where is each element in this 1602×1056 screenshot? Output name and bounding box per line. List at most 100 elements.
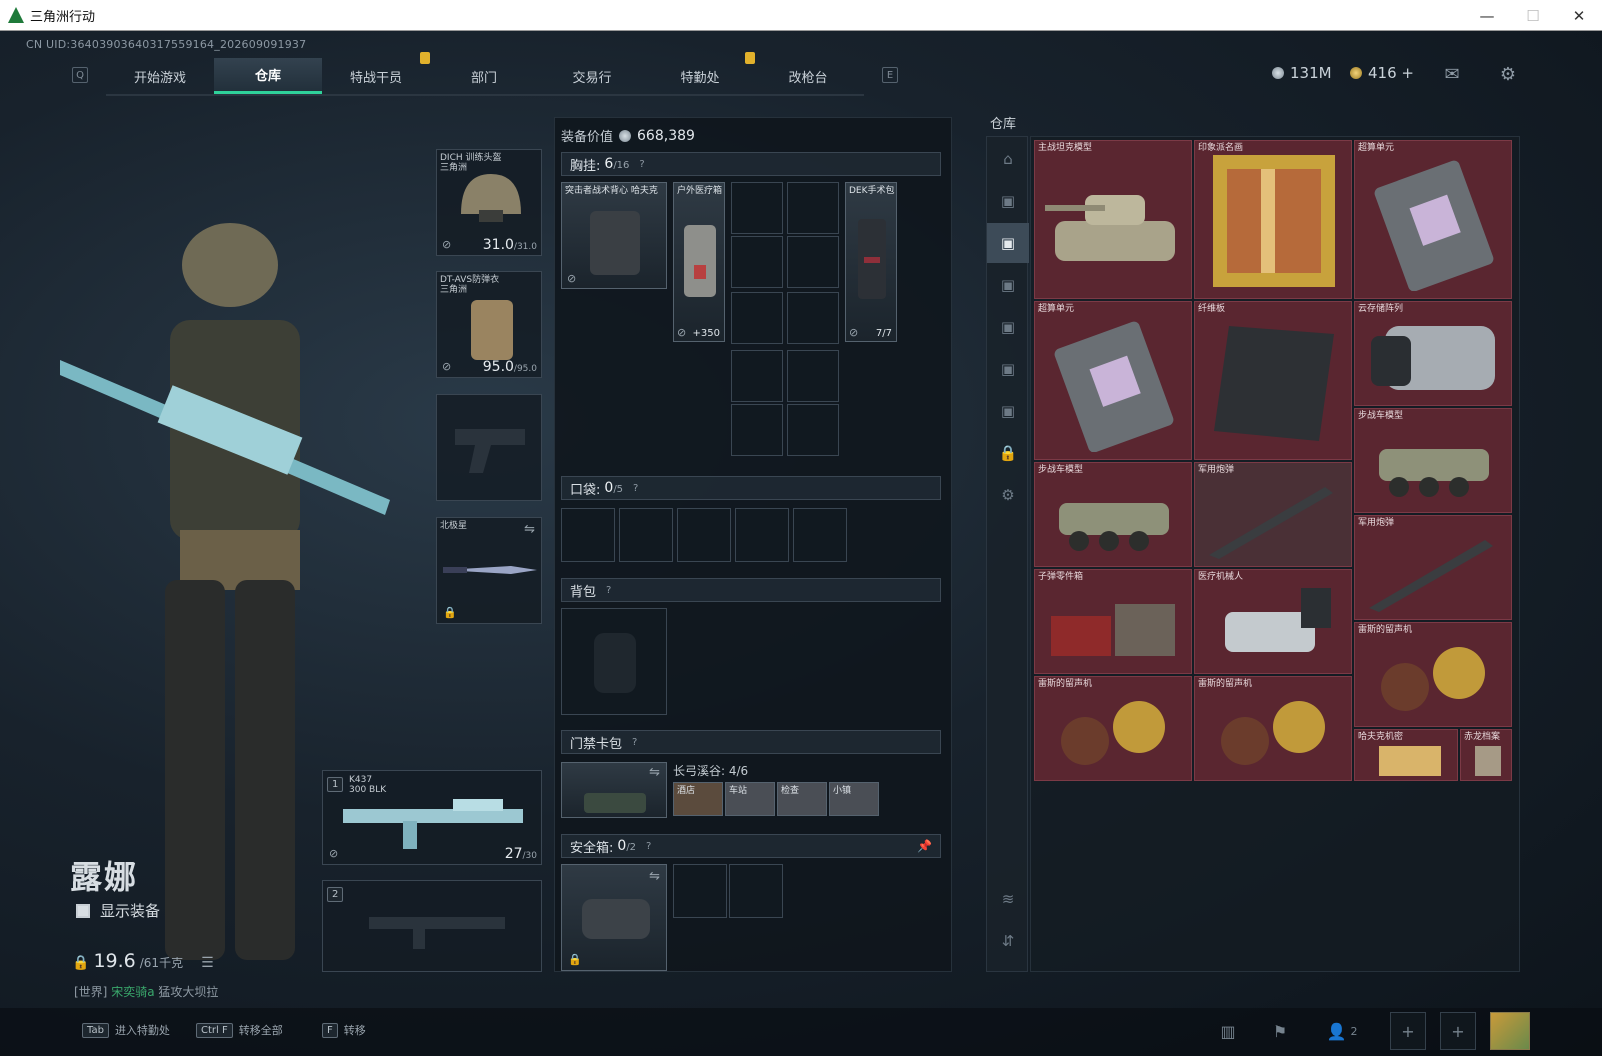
list-icon[interactable]: ☰: [201, 955, 214, 971]
help-icon[interactable]: ?: [633, 483, 638, 494]
warehouse-item[interactable]: 印象派名画: [1194, 140, 1352, 299]
help-icon[interactable]: ?: [646, 841, 651, 852]
warehouse-item[interactable]: 步战车模型: [1354, 408, 1512, 513]
hint-transfer[interactable]: F 转移: [322, 1022, 366, 1038]
grid-cell[interactable]: [787, 404, 839, 456]
warehouse-item[interactable]: 主战坦克模型: [1034, 140, 1192, 299]
gear-icon[interactable]: ⚙: [987, 475, 1029, 515]
tab-department[interactable]: 部门: [430, 58, 538, 94]
maximize-icon[interactable]: ☐: [1510, 0, 1556, 31]
pocket-cell[interactable]: [677, 508, 731, 562]
grid-cell[interactable]: [731, 292, 783, 344]
add-teammate-button[interactable]: +: [1390, 1012, 1426, 1050]
grid-cell[interactable]: [731, 182, 783, 234]
pocket-cell[interactable]: [561, 508, 615, 562]
grid-cell[interactable]: [787, 236, 839, 288]
main-nav: 开始游戏 仓库 特战干员 部门 交易行 特勤处 改枪台: [106, 58, 864, 96]
warehouse-item[interactable]: 云存储阵列: [1354, 301, 1512, 406]
pocket-cell[interactable]: [793, 508, 847, 562]
keycard-item[interactable]: 小镇: [829, 782, 879, 816]
swap-icon[interactable]: ⇋: [649, 869, 660, 884]
secondary-weapon-slot[interactable]: 2: [322, 880, 542, 972]
hint-special-service[interactable]: Tab 进入特勤处: [82, 1022, 170, 1038]
warehouse-item[interactable]: 纤维板: [1194, 301, 1352, 460]
tab-operators[interactable]: 特战干员: [322, 58, 430, 94]
tab-warehouse[interactable]: 仓库: [214, 58, 322, 94]
add-teammate-button[interactable]: +: [1440, 1012, 1476, 1050]
warehouse-item[interactable]: 超算单元: [1034, 301, 1192, 460]
tab-special-service[interactable]: 特勤处: [646, 58, 754, 94]
friends-button[interactable]: 👤 2: [1318, 1012, 1366, 1050]
warehouse-item[interactable]: 雷斯的留声机: [1034, 676, 1192, 781]
warehouse-item[interactable]: 雷斯的留声机: [1354, 622, 1512, 727]
close-icon[interactable]: ✕: [1556, 0, 1602, 31]
medkit-item[interactable]: 户外医疗箱 ⊘ +350: [673, 182, 725, 342]
grid-cell[interactable]: [731, 236, 783, 288]
tab-gunsmith[interactable]: 改枪台: [754, 58, 862, 94]
safebox-cell[interactable]: [673, 864, 727, 918]
keycard-item[interactable]: 检查: [777, 782, 827, 816]
warehouse-tab-5[interactable]: ▣: [987, 349, 1029, 389]
help-icon[interactable]: ?: [632, 737, 637, 748]
grid-cell[interactable]: [787, 292, 839, 344]
pistol-slot[interactable]: [436, 394, 542, 501]
helmet-slot[interactable]: DICH 训练头盔 三角洲 ⊘ 31.0/31.0: [436, 149, 542, 256]
warehouse-item[interactable]: 军用炮弹: [1354, 515, 1512, 620]
tab-start-game[interactable]: 开始游戏: [106, 58, 214, 94]
warehouse-tab-3[interactable]: ▣: [987, 265, 1029, 305]
melee-slot[interactable]: 北极星 ⇋ 🔒: [436, 517, 542, 624]
tab-trade[interactable]: 交易行: [538, 58, 646, 94]
warehouse-item[interactable]: 赤龙档案: [1460, 729, 1512, 781]
primary-weapon-slot[interactable]: 1 K437 300 BLK ⊘ 27/30: [322, 770, 542, 865]
pocket-cell[interactable]: [619, 508, 673, 562]
lock-icon[interactable]: 🔒: [987, 433, 1029, 473]
surgery-kit-item[interactable]: DEK手术包 ⊘ 7/7: [845, 182, 897, 342]
warehouse-tab-1[interactable]: ▣: [987, 181, 1029, 221]
warehouse-item[interactable]: 子弹零件箱: [1034, 569, 1192, 674]
stats-icon[interactable]: ▥: [1210, 1012, 1246, 1050]
safebox-item[interactable]: ⇋ 🔒: [561, 864, 667, 971]
warehouse-item[interactable]: 雷斯的留声机: [1194, 676, 1352, 781]
warehouse-item[interactable]: 步战车模型: [1034, 462, 1192, 567]
flag-icon[interactable]: ⚑: [1262, 1012, 1298, 1050]
help-icon[interactable]: ?: [606, 585, 611, 596]
chat-user[interactable]: 宋奕骑a: [111, 985, 154, 999]
layers-icon[interactable]: ≋: [987, 879, 1029, 919]
mail-icon[interactable]: ✉: [1440, 64, 1464, 85]
warehouse-item[interactable]: 医疗机械人: [1194, 569, 1352, 674]
safebox-cell[interactable]: [729, 864, 783, 918]
show-equipment-toggle[interactable]: 显示装备: [76, 900, 160, 921]
keycard-case-item[interactable]: ⇋: [561, 762, 667, 818]
warehouse-tab-4[interactable]: ▣: [987, 307, 1029, 347]
warehouse-item[interactable]: 超算单元: [1354, 140, 1512, 299]
help-icon[interactable]: ?: [639, 159, 644, 170]
sort-icon[interactable]: ⇵: [987, 921, 1029, 961]
backpack-slot[interactable]: [561, 608, 667, 715]
pin-icon[interactable]: 📌: [917, 839, 932, 853]
grid-cell[interactable]: [787, 350, 839, 402]
hint-transfer-all[interactable]: Ctrl F 转移全部: [196, 1022, 283, 1038]
nav-right-key[interactable]: E: [882, 67, 898, 83]
grid-cell[interactable]: [787, 182, 839, 234]
minimize-icon[interactable]: —: [1464, 0, 1510, 31]
keycard-item[interactable]: 车站: [725, 782, 775, 816]
chest-rig-item[interactable]: 突击者战术背心 哈夫克 ⊘: [561, 182, 667, 289]
grid-cell[interactable]: [731, 350, 783, 402]
warehouse-tab-all[interactable]: ⌂: [987, 139, 1029, 179]
avatar[interactable]: [1490, 1012, 1530, 1050]
gear-icon[interactable]: ⚙: [1496, 64, 1520, 85]
grid-cell[interactable]: [731, 404, 783, 456]
swap-icon[interactable]: ⇋: [649, 765, 660, 780]
armor-slot[interactable]: DT-AVS防弹衣 三角洲 ⊘ 95.0/95.0: [436, 271, 542, 378]
warehouse-item[interactable]: 军用炮弹: [1194, 462, 1352, 567]
warehouse-item[interactable]: 哈夫克机密: [1354, 729, 1458, 781]
pocket-cell[interactable]: [735, 508, 789, 562]
swap-icon[interactable]: ⇋: [524, 522, 535, 537]
show-equipment-checkbox[interactable]: [76, 903, 90, 918]
gold-currency[interactable]: 416 +: [1350, 64, 1414, 82]
nav-left-key[interactable]: Q: [72, 67, 88, 83]
keycard-item[interactable]: 酒店: [673, 782, 723, 816]
warehouse-tab-6[interactable]: ▣: [987, 391, 1029, 431]
hint-key: F: [322, 1022, 338, 1038]
warehouse-tab-2[interactable]: ▣: [987, 223, 1029, 263]
